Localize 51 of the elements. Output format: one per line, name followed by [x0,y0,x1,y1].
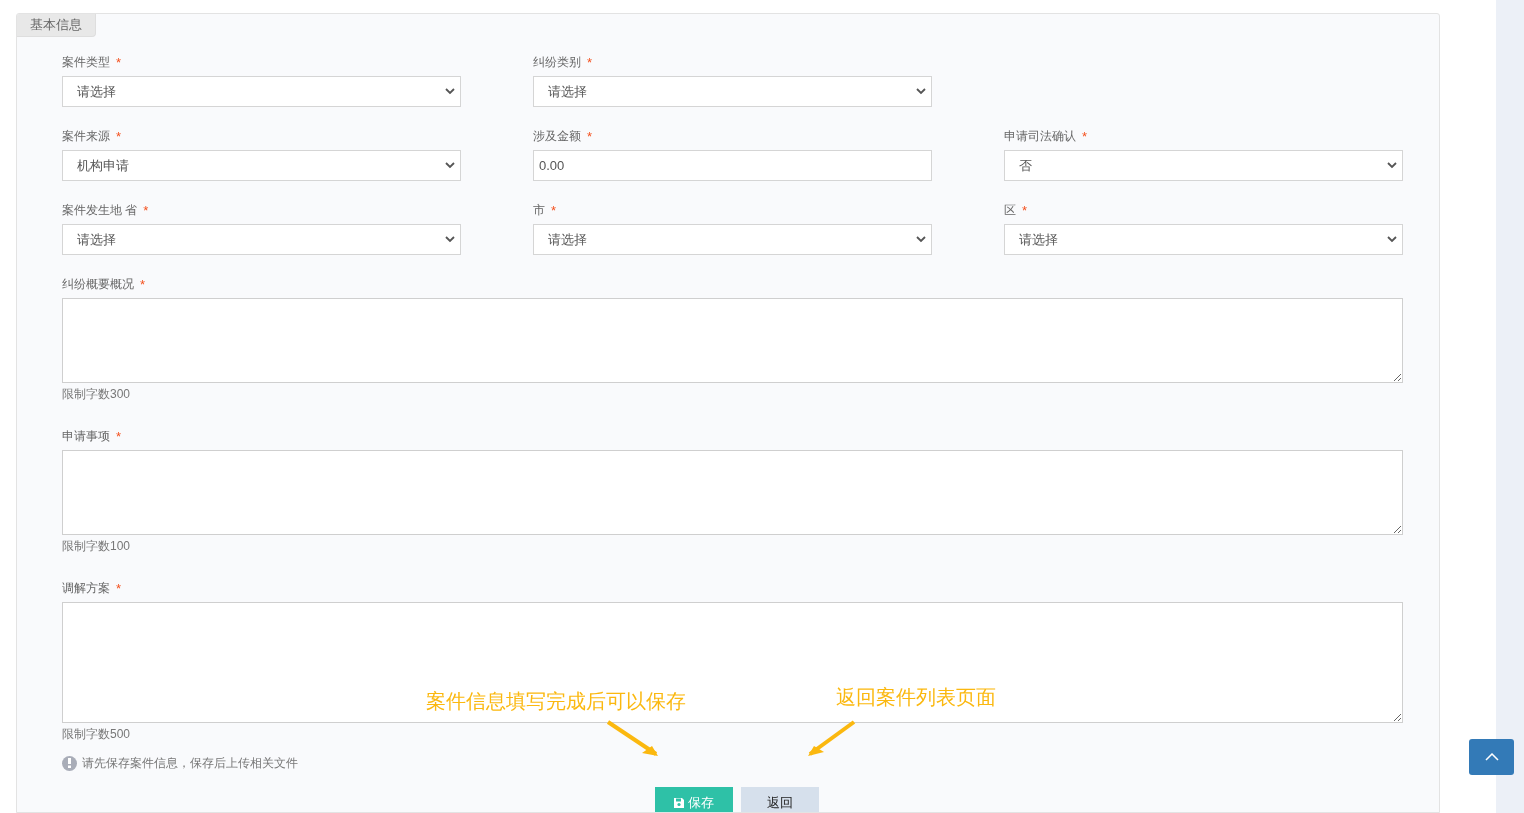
field-label: 案件来源 [62,128,110,145]
arrow-icon [606,720,660,758]
field-label: 申请司法确认 [1004,128,1076,145]
field-label: 市 [533,202,545,219]
select-field[interactable]: 请选择 [533,76,932,107]
required-mark: * [116,55,122,69]
character-limit-hint: 限制字数100 [62,538,131,553]
character-limit-hint: 限制字数300 [62,386,131,401]
field-label: 纠纷概要概况 [62,276,134,293]
field-label: 调解方案 [62,580,110,597]
chevron-down-icon [1387,162,1397,169]
required-mark: * [1022,203,1028,217]
field-label: 区 [1004,202,1016,219]
required-mark: * [116,429,122,443]
select-field[interactable]: 否 [1004,150,1403,181]
chevron-down-icon [916,88,926,95]
info-icon [62,755,77,771]
required-mark: * [1082,129,1088,143]
select-field[interactable]: 请选择 [533,224,932,255]
field-label: 申请事项 [62,428,110,445]
chevron-down-icon [916,236,926,243]
select-field[interactable]: 请选择 [1004,224,1403,255]
notice-text: 请先保存案件信息，保存后上传相关文件 [82,755,298,772]
annotation-text: 案件信息填写完成后可以保存 [426,689,686,714]
field-label: 案件类型 [62,54,110,71]
annotation-text: 返回案件列表页面 [836,685,996,710]
select-field[interactable]: 机构申请 [62,150,461,181]
chevron-down-icon [445,236,455,243]
character-limit-hint: 限制字数500 [62,726,131,741]
text-area[interactable] [62,602,1403,723]
field-label: 涉及金额 [533,128,581,145]
required-mark: * [116,129,122,143]
required-mark: * [551,203,557,217]
chevron-down-icon [1387,236,1397,243]
required-mark: * [140,277,146,291]
chevron-down-icon [445,162,455,169]
select-field[interactable]: 请选择 [62,224,461,255]
required-mark: * [587,55,593,69]
select-field[interactable]: 请选择 [62,76,461,107]
required-mark: * [143,203,149,217]
required-mark: * [587,129,593,143]
chevron-down-icon [445,88,455,95]
back-button[interactable]: 返回 [740,787,819,812]
chevron-up-icon [1484,753,1499,761]
field-label: 案件发生地 省 [62,202,138,219]
input-field[interactable]: 0.00 [533,150,932,181]
text-area[interactable] [62,298,1403,383]
text-area[interactable] [62,450,1403,535]
back-to-top-button[interactable] [1469,739,1514,775]
field-label: 纠纷类别 [533,54,581,71]
required-mark: * [116,581,122,595]
